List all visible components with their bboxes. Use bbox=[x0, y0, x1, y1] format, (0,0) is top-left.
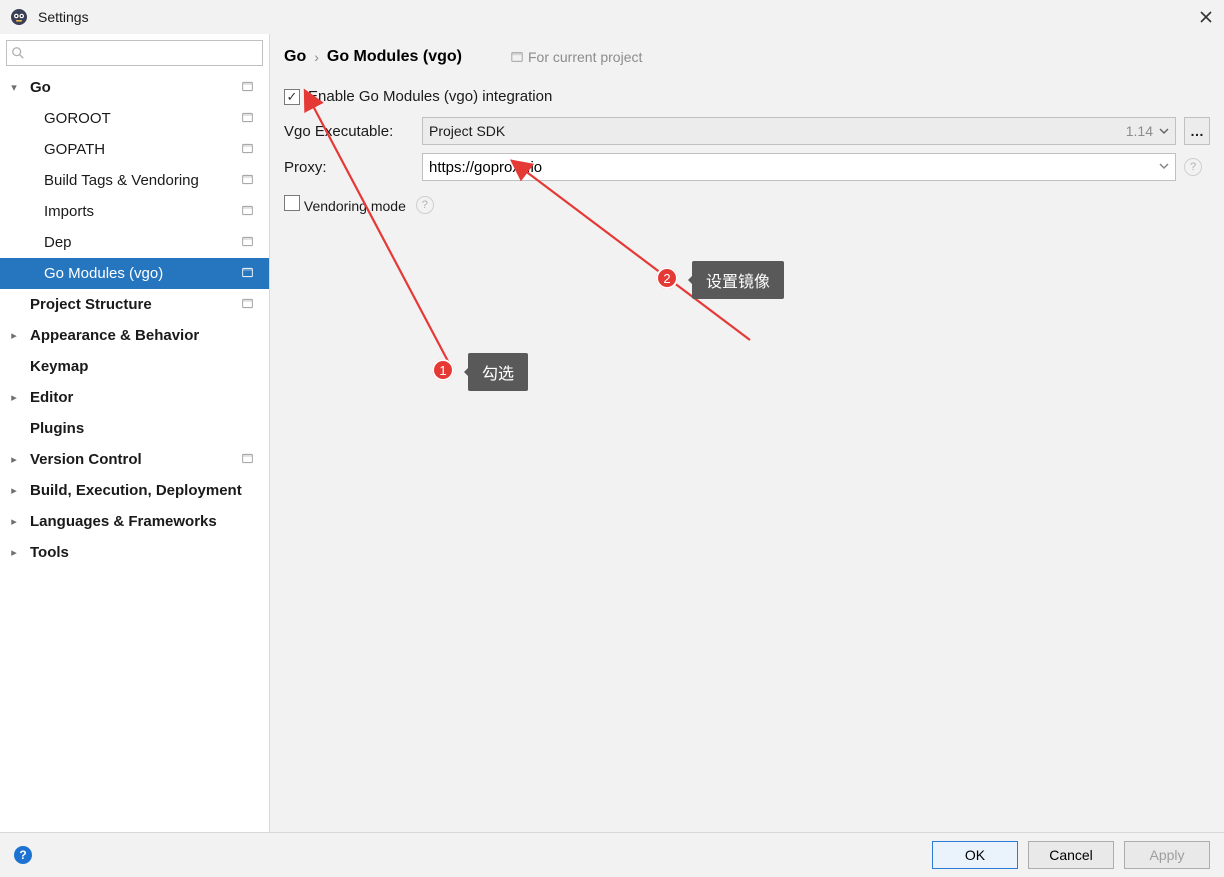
help-icon[interactable]: ? bbox=[1184, 158, 1202, 176]
chevron-right-icon: ▸ bbox=[4, 453, 24, 466]
chevron-right-icon: ▸ bbox=[4, 391, 24, 404]
annotation-badge-1: 1 bbox=[432, 359, 454, 381]
tree-item-label: Go Modules (vgo) bbox=[44, 265, 239, 282]
help-button[interactable]: ? bbox=[14, 846, 32, 864]
enable-integration-checkbox[interactable]: Enable Go Modules (vgo) integration bbox=[284, 88, 552, 105]
project-scope-icon bbox=[239, 111, 255, 127]
window-title: Settings bbox=[38, 9, 1198, 25]
tree-item-project-structure[interactable]: Project Structure bbox=[0, 289, 269, 320]
annotation-callout-2: 设置镜像 bbox=[692, 261, 784, 299]
dialog-footer: ? OK Cancel Apply bbox=[0, 832, 1224, 877]
tree-item-label: Imports bbox=[44, 203, 239, 220]
tree-item-label: Version Control bbox=[30, 451, 239, 468]
project-scope-icon bbox=[239, 266, 255, 282]
settings-tree: ▾ Go GOROOT GOPATH Build Tags & Vendoring Imp… bbox=[0, 70, 269, 832]
tree-item-label: Appearance & Behavior bbox=[30, 327, 261, 344]
search-input[interactable] bbox=[6, 40, 263, 66]
tree-item-label: Languages & Frameworks bbox=[30, 513, 261, 530]
tree-item-build-tags-vendoring[interactable]: Build Tags & Vendoring bbox=[0, 165, 269, 196]
chevron-right-icon: ▸ bbox=[4, 484, 24, 497]
vendoring-mode-checkbox[interactable]: Vendoring mode bbox=[284, 195, 406, 214]
tree-item-label: Project Structure bbox=[30, 296, 239, 313]
chevron-right-icon: ▸ bbox=[4, 329, 24, 342]
tree-item-label: GOROOT bbox=[44, 110, 239, 127]
proxy-label: Proxy: bbox=[284, 159, 414, 176]
help-icon[interactable]: ? bbox=[416, 196, 434, 214]
tree-item-go-modules-vgo[interactable]: Go Modules (vgo) bbox=[0, 258, 269, 289]
close-icon[interactable] bbox=[1198, 9, 1214, 25]
chevron-right-icon: › bbox=[314, 49, 319, 65]
chevron-right-icon: ▸ bbox=[4, 546, 24, 559]
proxy-field[interactable] bbox=[429, 159, 1153, 176]
project-scope-icon bbox=[239, 235, 255, 251]
tree-item-label: Tools bbox=[30, 544, 261, 561]
checkbox-icon bbox=[284, 195, 300, 211]
scope-badge: For current project bbox=[510, 49, 642, 65]
chevron-down-icon[interactable] bbox=[1153, 160, 1169, 174]
tree-item-version-control[interactable]: ▸ Version Control bbox=[0, 444, 269, 475]
tree-item-go[interactable]: ▾ Go bbox=[0, 72, 269, 103]
project-scope-icon bbox=[239, 452, 255, 468]
search-icon bbox=[11, 46, 25, 60]
tree-item-label: Plugins bbox=[30, 420, 261, 437]
tree-item-label: Dep bbox=[44, 234, 239, 251]
search-field[interactable] bbox=[25, 45, 258, 61]
tree-item-gopath[interactable]: GOPATH bbox=[0, 134, 269, 165]
tree-item-keymap[interactable]: Keymap bbox=[0, 351, 269, 382]
ok-button[interactable]: OK bbox=[932, 841, 1018, 869]
breadcrumb: Go › Go Modules (vgo) For current projec… bbox=[284, 48, 1210, 66]
breadcrumb-current: Go Modules (vgo) bbox=[327, 48, 462, 66]
vgo-executable-value: Project SDK bbox=[429, 123, 505, 139]
project-scope-icon bbox=[239, 297, 255, 313]
breadcrumb-parent[interactable]: Go bbox=[284, 48, 306, 66]
settings-sidebar: ▾ Go GOROOT GOPATH Build Tags & Vendoring Imp… bbox=[0, 34, 270, 832]
tree-item-label: Editor bbox=[30, 389, 261, 406]
tree-item-tools[interactable]: ▸ Tools bbox=[0, 537, 269, 568]
title-bar: Settings bbox=[0, 0, 1224, 34]
tree-item-goroot[interactable]: GOROOT bbox=[0, 103, 269, 134]
tree-item-imports[interactable]: Imports bbox=[0, 196, 269, 227]
scope-text: For current project bbox=[528, 49, 642, 65]
vgo-executable-version: 1.14 bbox=[1126, 123, 1153, 139]
tree-item-build-execution-deployment[interactable]: ▸ Build, Execution, Deployment bbox=[0, 475, 269, 506]
project-scope-icon bbox=[239, 80, 255, 96]
vgo-executable-select[interactable]: Project SDK 1.14 bbox=[422, 117, 1176, 145]
project-scope-icon bbox=[239, 204, 255, 220]
tree-item-label: Keymap bbox=[30, 358, 261, 375]
apply-button[interactable]: Apply bbox=[1124, 841, 1210, 869]
settings-content: Go › Go Modules (vgo) For current projec… bbox=[270, 34, 1224, 832]
tag-icon bbox=[510, 50, 524, 64]
tree-item-label: Go bbox=[30, 79, 239, 96]
checkbox-icon bbox=[284, 89, 300, 105]
project-scope-icon bbox=[239, 173, 255, 189]
project-scope-icon bbox=[239, 142, 255, 158]
tree-item-editor[interactable]: ▸ Editor bbox=[0, 382, 269, 413]
tree-item-label: Build, Execution, Deployment bbox=[30, 482, 261, 499]
tree-item-languages-frameworks[interactable]: ▸ Languages & Frameworks bbox=[0, 506, 269, 537]
tree-item-label: Build Tags & Vendoring bbox=[44, 172, 239, 189]
tree-item-dep[interactable]: Dep bbox=[0, 227, 269, 258]
chevron-down-icon: ▾ bbox=[4, 81, 24, 94]
annotation-badge-2: 2 bbox=[656, 267, 678, 289]
tree-item-plugins[interactable]: Plugins bbox=[0, 413, 269, 444]
proxy-input[interactable] bbox=[422, 153, 1176, 181]
chevron-right-icon: ▸ bbox=[4, 515, 24, 528]
vendoring-mode-label: Vendoring mode bbox=[304, 198, 406, 214]
chevron-down-icon bbox=[1159, 126, 1169, 136]
app-icon bbox=[10, 8, 28, 26]
vgo-executable-label: Vgo Executable: bbox=[284, 123, 414, 140]
annotation-callout-1: 勾选 bbox=[468, 353, 528, 391]
cancel-button[interactable]: Cancel bbox=[1028, 841, 1114, 869]
enable-integration-label: Enable Go Modules (vgo) integration bbox=[308, 88, 552, 105]
browse-button[interactable]: … bbox=[1184, 117, 1210, 145]
tree-item-appearance-behavior[interactable]: ▸ Appearance & Behavior bbox=[0, 320, 269, 351]
tree-item-label: GOPATH bbox=[44, 141, 239, 158]
